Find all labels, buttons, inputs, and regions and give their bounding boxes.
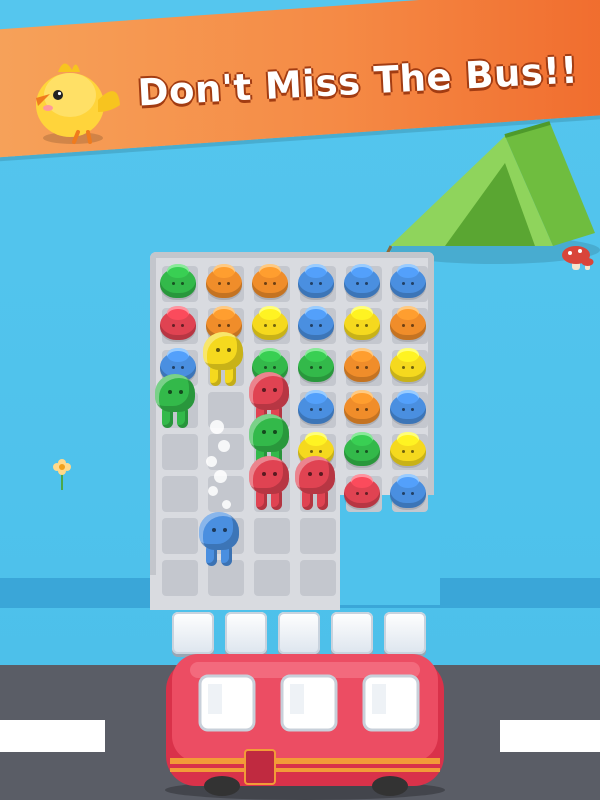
passenger-orange[interactable] — [342, 388, 382, 424]
bus-icon[interactable] — [160, 640, 450, 800]
passenger-red[interactable] — [342, 472, 382, 508]
passenger-green[interactable] — [158, 262, 198, 298]
passenger-blue[interactable] — [388, 388, 428, 424]
passenger-green[interactable] — [296, 346, 336, 382]
dust-puff — [210, 420, 224, 434]
chick-icon — [36, 63, 120, 144]
passenger-green[interactable] — [342, 430, 382, 466]
board-cell — [162, 560, 198, 596]
board-cell — [162, 518, 198, 554]
dust-puff — [222, 500, 231, 509]
board-cell — [162, 476, 198, 512]
road-stripe — [0, 720, 105, 752]
walking-passenger-red[interactable] — [246, 456, 292, 512]
passenger-blue[interactable] — [342, 262, 382, 298]
walking-passenger-red[interactable] — [292, 456, 338, 512]
walking-passenger-yellow[interactable] — [200, 332, 246, 388]
flower-icon — [53, 459, 71, 490]
dust-puff — [206, 456, 217, 467]
dust-puff — [214, 470, 227, 483]
passenger-orange[interactable] — [342, 346, 382, 382]
passenger-yellow[interactable] — [250, 304, 290, 340]
passenger-red[interactable] — [158, 304, 198, 340]
road-stripe — [500, 720, 600, 752]
passenger-yellow[interactable] — [342, 304, 382, 340]
dust-puff — [208, 486, 218, 496]
passenger-yellow[interactable] — [388, 346, 428, 382]
passenger-blue[interactable] — [296, 304, 336, 340]
board-cell — [254, 518, 290, 554]
board-cell — [300, 518, 336, 554]
passenger-blue[interactable] — [296, 388, 336, 424]
passenger-orange[interactable] — [388, 304, 428, 340]
board-cell — [162, 434, 198, 470]
passenger-blue[interactable] — [296, 262, 336, 298]
board-cell — [300, 560, 336, 596]
passenger-yellow[interactable] — [388, 430, 428, 466]
board-cell — [254, 560, 290, 596]
passenger-blue[interactable] — [388, 262, 428, 298]
passenger-orange[interactable] — [250, 262, 290, 298]
mushroom-icon — [562, 246, 594, 270]
walking-passenger-blue[interactable] — [196, 512, 242, 568]
dust-puff — [218, 440, 230, 452]
walking-passenger-green[interactable] — [152, 374, 198, 430]
passenger-orange[interactable] — [204, 262, 244, 298]
passenger-blue[interactable] — [388, 472, 428, 508]
